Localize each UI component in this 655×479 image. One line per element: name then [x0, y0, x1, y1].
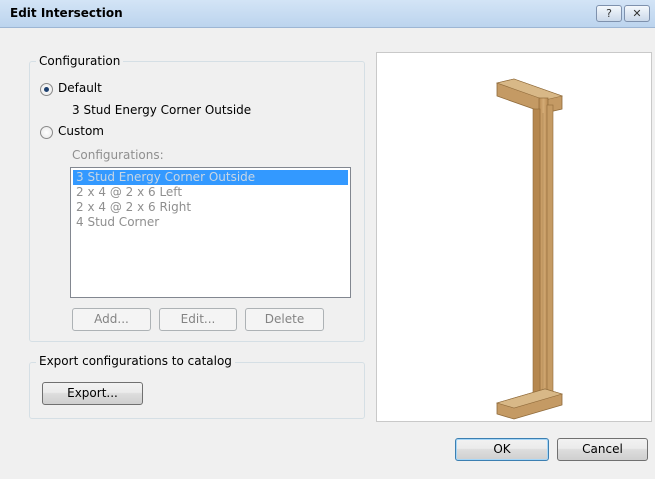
title-bar: Edit Intersection ? ✕: [0, 0, 655, 28]
delete-button[interactable]: Delete: [245, 308, 324, 331]
ok-button[interactable]: OK: [455, 438, 549, 461]
default-configuration-value: 3 Stud Energy Corner Outside: [72, 103, 252, 117]
configurations-listbox[interactable]: 3 Stud Energy Corner Outside 2 x 4 @ 2 x…: [70, 167, 351, 298]
intersection-preview: [376, 52, 652, 422]
help-icon: ?: [606, 7, 612, 20]
edit-button[interactable]: Edit...: [159, 308, 237, 331]
close-button[interactable]: ✕: [624, 5, 650, 22]
custom-radio-label: Custom: [58, 124, 104, 138]
cancel-button[interactable]: Cancel: [557, 438, 648, 461]
list-item[interactable]: 2 x 4 @ 2 x 6 Right: [73, 200, 348, 215]
list-item[interactable]: 4 Stud Corner: [73, 215, 348, 230]
custom-radio[interactable]: [40, 126, 53, 139]
default-radio-label: Default: [58, 81, 102, 95]
stud-corner-3d-icon: [495, 78, 564, 420]
window-title: Edit Intersection: [10, 6, 123, 20]
radio-selected-dot: [44, 87, 49, 92]
configurations-list-label: Configurations:: [72, 148, 164, 162]
export-group-label: Export configurations to catalog: [36, 354, 235, 368]
close-icon: ✕: [632, 7, 642, 20]
default-radio[interactable]: [40, 83, 53, 96]
help-button[interactable]: ?: [596, 5, 622, 22]
list-item[interactable]: 3 Stud Energy Corner Outside: [73, 170, 348, 185]
add-button[interactable]: Add...: [72, 308, 151, 331]
export-button[interactable]: Export...: [42, 382, 143, 405]
configuration-group-label: Configuration: [36, 54, 124, 68]
list-item[interactable]: 2 x 4 @ 2 x 6 Left: [73, 185, 348, 200]
